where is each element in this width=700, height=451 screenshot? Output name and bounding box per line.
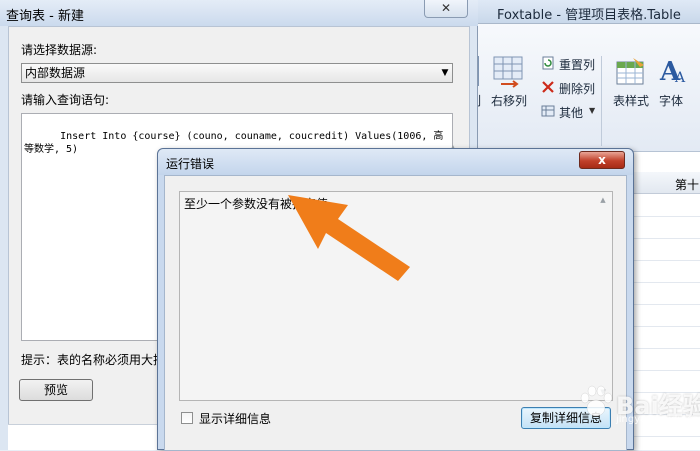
query-dialog-title: 查询表 - 新建 [6, 9, 84, 24]
reset-columns-icon [541, 56, 555, 70]
chevron-down-icon: ▼ [441, 68, 449, 78]
watermark: Bai经验 jingyan.baidu.com [578, 380, 700, 430]
other-icon [541, 104, 555, 118]
font-button[interactable]: 字体 [659, 92, 683, 109]
query-dialog-titlebar[interactable]: 查询表 - 新建 ✕ [0, 0, 478, 26]
app-title: Foxtable - 管理项目表格.Table [497, 8, 681, 23]
close-icon: x [598, 153, 606, 167]
data-source-label: 请选择数据源: [21, 43, 98, 57]
ribbon: 列 右移列 重置列 删除列 其他 ▼ [465, 24, 700, 170]
watermark-subtext: jingyan.baidu.com [616, 414, 700, 425]
hint-text: 提示：表的名称必须用大括号括起来 [21, 353, 161, 367]
show-details-checkbox[interactable] [181, 412, 193, 424]
table-style-icon [615, 56, 647, 86]
move-right-column-button[interactable]: 右移列 [491, 92, 527, 109]
paw-icon [580, 385, 613, 417]
error-dialog-titlebar[interactable]: 运行错误 x [158, 149, 633, 175]
delete-column-icon [541, 80, 555, 94]
ribbon-separator [601, 56, 602, 146]
reset-columns-button[interactable]: 重置列 [559, 56, 595, 73]
other-button[interactable]: 其他 [559, 104, 583, 121]
chevron-down-icon: ▼ [589, 106, 596, 115]
app-titlebar: Foxtable - 管理项目表格.Table [471, 0, 700, 24]
scroll-up-icon[interactable]: ▲ [596, 194, 610, 206]
svg-text:A: A [674, 70, 686, 86]
close-icon: ✕ [440, 1, 452, 15]
error-dialog-close-button[interactable]: x [579, 151, 625, 169]
table-style-button[interactable]: 表样式 [613, 92, 649, 109]
query-label: 请输入查询语句: [21, 93, 110, 107]
error-dialog-title: 运行错误 [166, 157, 215, 171]
data-source-select[interactable]: 内部数据源 ▼ [21, 63, 453, 83]
delete-column-button[interactable]: 删除列 [559, 80, 595, 97]
error-scrollbar[interactable]: ▲ ▼ [596, 194, 610, 398]
annotation-arrow-icon [288, 195, 410, 281]
query-dialog-close-button[interactable]: ✕ [424, 0, 468, 18]
move-right-column-icon [493, 56, 523, 88]
preview-button[interactable]: 预览 [19, 379, 93, 401]
font-icon: AA [657, 54, 687, 87]
data-source-value: 内部数据源 [25, 66, 86, 80]
show-details-label[interactable]: 显示详细信息 [199, 410, 271, 427]
grid-column-header[interactable]: 第十 [675, 176, 699, 193]
